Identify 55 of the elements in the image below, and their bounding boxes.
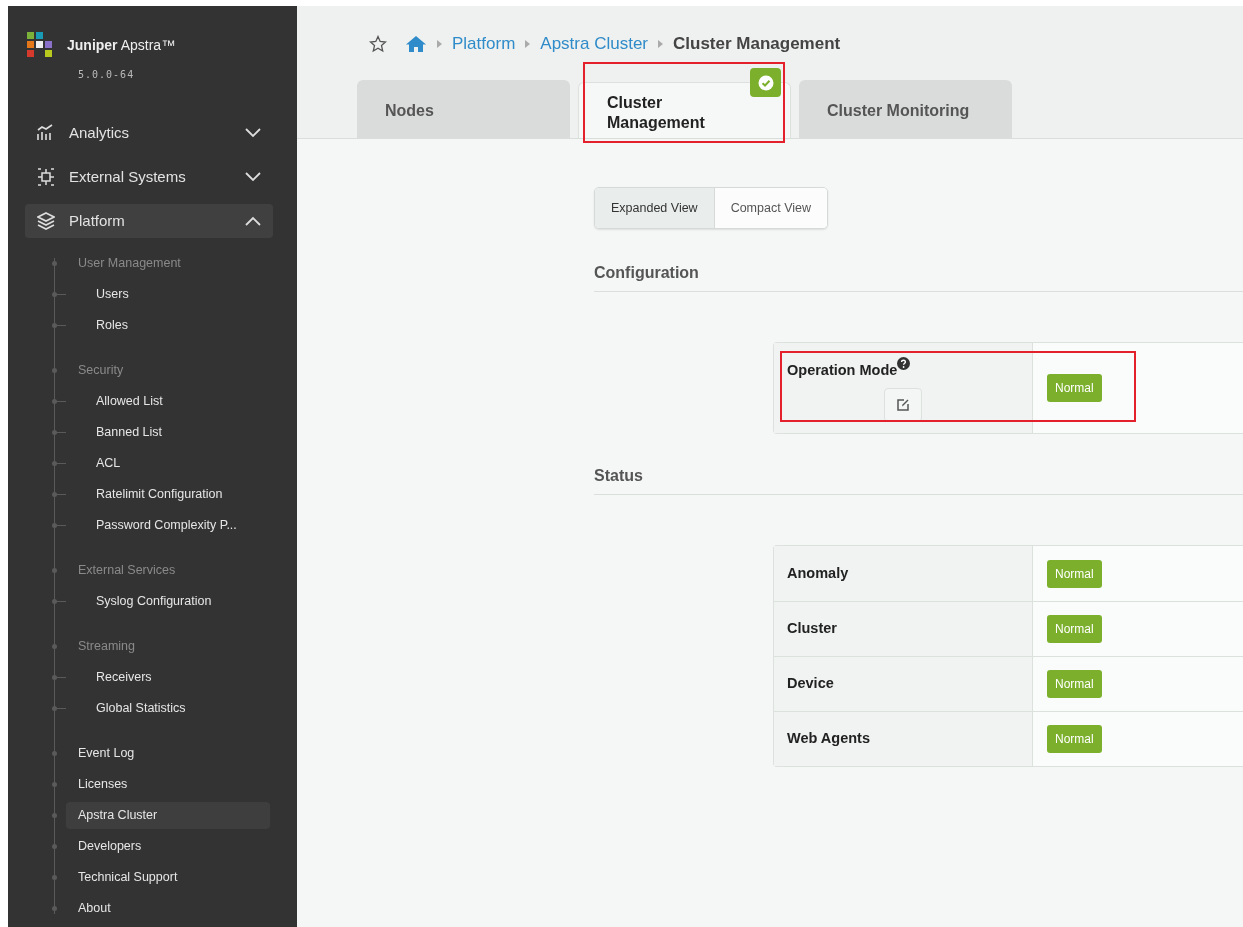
section-heading: Status (594, 464, 1243, 495)
brand-name: Juniper Apstra™ (67, 36, 176, 55)
home-icon (405, 35, 427, 53)
chart-icon (37, 124, 55, 142)
tree-item[interactable]: Licenses (66, 771, 270, 798)
chevron-icon (245, 128, 261, 138)
tab[interactable]: Cluster Management (578, 82, 791, 138)
chevron-icon (245, 216, 261, 226)
tree-item[interactable]: About (66, 895, 270, 922)
status-badge: Normal (1047, 615, 1102, 643)
section-heading: Configuration (594, 229, 1243, 292)
tree-item[interactable]: Users (45, 285, 129, 304)
tree-item[interactable]: Global Statistics (45, 699, 186, 718)
logo-icon (27, 32, 53, 59)
version-text: 5.0.0-64 (78, 68, 136, 82)
status-badge: Normal (1047, 725, 1102, 753)
tree-item[interactable]: Banned List (45, 423, 163, 442)
nav-item[interactable]: Platform (25, 204, 273, 238)
layers-icon (37, 212, 55, 230)
chevron-icon (245, 172, 261, 182)
edit-button[interactable] (884, 387, 922, 422)
row-label: Anomaly (787, 563, 849, 583)
nav-item[interactable]: Analytics (25, 116, 273, 150)
row-label: Cluster (787, 619, 837, 639)
tree-item[interactable]: Event Log (66, 740, 270, 767)
tree-item[interactable]: Allowed List (45, 392, 163, 411)
network-icon (37, 168, 55, 186)
tab[interactable]: Nodes (357, 80, 570, 138)
check-icon (757, 74, 774, 91)
edit-icon (896, 397, 910, 412)
tree-item[interactable]: Technical Support (66, 864, 270, 891)
star-icon (369, 35, 387, 53)
tree-item[interactable]: Roles (45, 316, 128, 335)
group-heading: External Services (77, 562, 176, 580)
tree-item[interactable]: ACL (45, 454, 121, 473)
group-heading: Streaming (77, 638, 135, 656)
row-label: Web Agents (787, 729, 870, 749)
tree-item[interactable]: Ratelimit Configuration (45, 485, 223, 504)
row-label: Device (787, 674, 834, 694)
tree-item[interactable]: Syslog Configuration (45, 592, 212, 611)
tab[interactable]: Cluster Monitoring (799, 80, 1012, 138)
view-toggle[interactable]: Expanded View (595, 188, 714, 228)
breadcrumb-current: Cluster Management (673, 33, 841, 56)
view-toggle[interactable]: Compact View (713, 188, 827, 228)
tree-item[interactable]: Developers (66, 833, 270, 860)
tree-item[interactable]: Password Complexity P... (45, 516, 237, 535)
row-label: Operation Mode (787, 361, 898, 380)
tree-item[interactable]: Receivers (45, 668, 152, 687)
status-badge: Normal (1047, 374, 1102, 402)
nav-item[interactable]: External Systems (25, 160, 273, 194)
group-heading: User Management (77, 255, 181, 273)
tree-item[interactable]: Apstra Cluster (66, 802, 270, 829)
status-badge: Normal (1047, 559, 1102, 588)
status-badge: Normal (1047, 670, 1102, 698)
group-heading: Security (77, 362, 124, 380)
